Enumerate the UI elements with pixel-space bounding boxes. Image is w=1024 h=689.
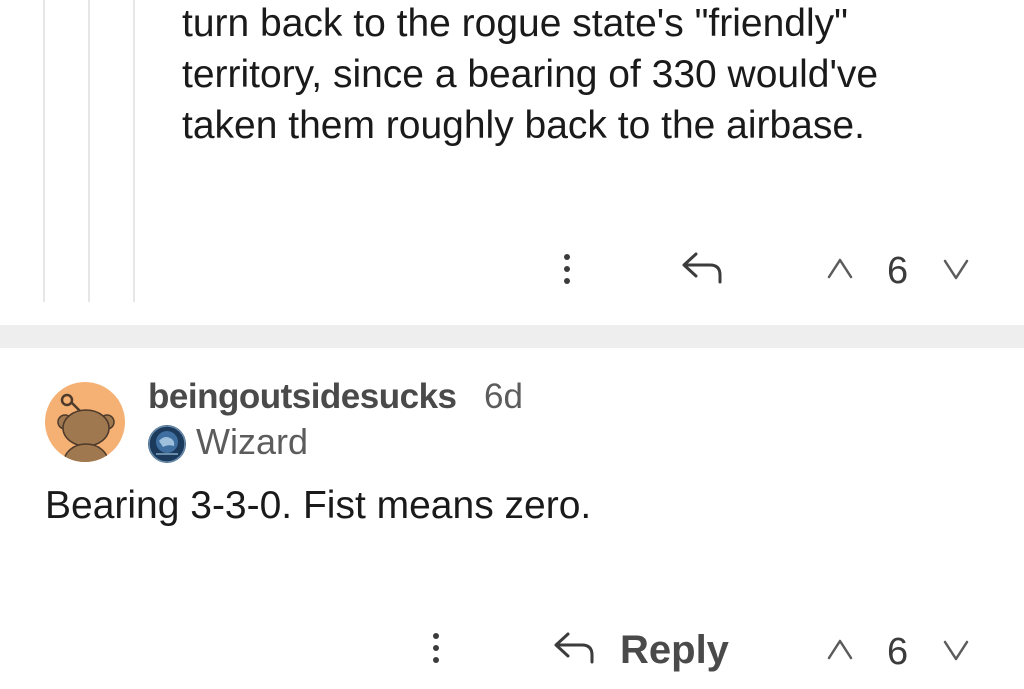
comment-thread: turn back to the rogue state's "friendly… (0, 0, 1024, 689)
user-flair: Wizard (196, 421, 309, 462)
downvote-icon[interactable] (942, 258, 970, 287)
parent-comment-line: territory, since a bearing of 330 would'… (182, 53, 879, 96)
more-options-icon[interactable] (562, 254, 572, 284)
comment-age: 6d (484, 377, 523, 416)
downvote-icon[interactable] (942, 639, 970, 668)
thread-indent-line[interactable] (88, 0, 90, 302)
upvote-icon[interactable] (826, 256, 854, 285)
reply-arrow-icon[interactable] (552, 630, 598, 671)
parent-comment-line: taken them roughly back to the airbase. (182, 104, 865, 147)
thread-indent-line[interactable] (133, 0, 135, 302)
snoo-avatar-icon[interactable] (45, 382, 125, 462)
parent-comment-body: turn back to the rogue state's "friendly… (182, 0, 982, 151)
parent-comment-line: turn back to the rogue state's "friendly… (182, 2, 848, 45)
more-options-icon[interactable] (431, 633, 441, 663)
vote-count: 6 (887, 250, 909, 292)
vote-count: 6 (887, 631, 909, 673)
thread-indent-line[interactable] (43, 0, 45, 302)
globe-flair-icon (148, 425, 186, 463)
upvote-icon[interactable] (826, 637, 854, 666)
comment-body: Bearing 3-3-0. Fist means zero. (45, 484, 592, 527)
reply-button[interactable]: Reply (620, 628, 729, 673)
reply-arrow-icon[interactable] (680, 250, 726, 291)
comment-separator (0, 325, 1024, 348)
comment-author[interactable]: beingoutsidesucks (148, 377, 457, 417)
